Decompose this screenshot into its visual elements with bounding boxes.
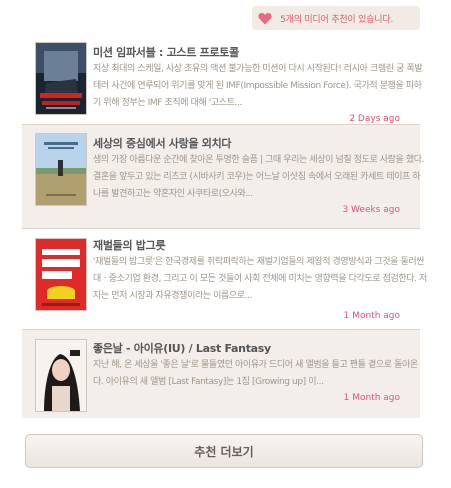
item-time: 1 Month ago <box>343 311 400 321</box>
item-title[interactable]: 세상의 중심에서 사랑을 외치다 <box>93 135 232 151</box>
movie-poster-icon[interactable] <box>35 42 87 115</box>
movie-poster-icon[interactable] <box>35 133 87 206</box>
album-cover-icon[interactable] <box>35 339 87 412</box>
badge-text: 5개의 미디어 추천이 있습니다. <box>280 14 394 25</box>
list-item[interactable]: 재벌들의 밥그릇 '재벌들의 밥그릇'은 한국경제를 취락펴락하는 재벌기업들의… <box>22 229 427 330</box>
recommendation-list: 미션 임파서블 : 고스트 프로토콜 지상 최대의 스케일, 사상 초유의 액션… <box>22 36 427 418</box>
item-description: 생의 가장 아름다운 순간에 찾아온 투명한 슬픔 | 그때 우리는 세상이 넘… <box>93 155 425 199</box>
book-cover-icon[interactable] <box>35 238 87 311</box>
item-title[interactable]: 미션 임파서블 : 고스트 프로토콜 <box>93 44 239 60</box>
recommendation-count-badge[interactable]: 5개의 미디어 추천이 있습니다. <box>252 6 420 30</box>
heart-icon <box>258 12 272 25</box>
list-item[interactable]: 세상의 중심에서 사랑을 외치다 생의 가장 아름다운 순간에 찾아온 투명한 … <box>22 125 425 229</box>
item-description: 지상 최대의 스케일, 사상 초유의 액션 불가능한 미션이 다시 시작된다! … <box>93 64 423 108</box>
list-item[interactable]: 미션 임파서블 : 고스트 프로토콜 지상 최대의 스케일, 사상 초유의 액션… <box>22 36 423 125</box>
item-time: 1 Month ago <box>343 393 400 403</box>
more-recommendations-button[interactable]: 추천 더보기 <box>25 434 423 468</box>
item-title[interactable]: 좋은날 - 아이유(IU) / Last Fantasy <box>93 340 271 356</box>
item-time: 2 Days ago <box>349 114 400 124</box>
list-item[interactable]: 좋은날 - 아이유(IU) / Last Fantasy 지난 해, 온 세상을… <box>22 330 420 418</box>
item-title[interactable]: 재벌들의 밥그릇 <box>93 237 166 253</box>
item-time: 3 Weeks ago <box>342 205 400 215</box>
item-description: '재벌들의 밥그릇'은 한국경제를 취락펴락하는 재벌기업들의 제왕적 경영방식… <box>93 257 427 301</box>
